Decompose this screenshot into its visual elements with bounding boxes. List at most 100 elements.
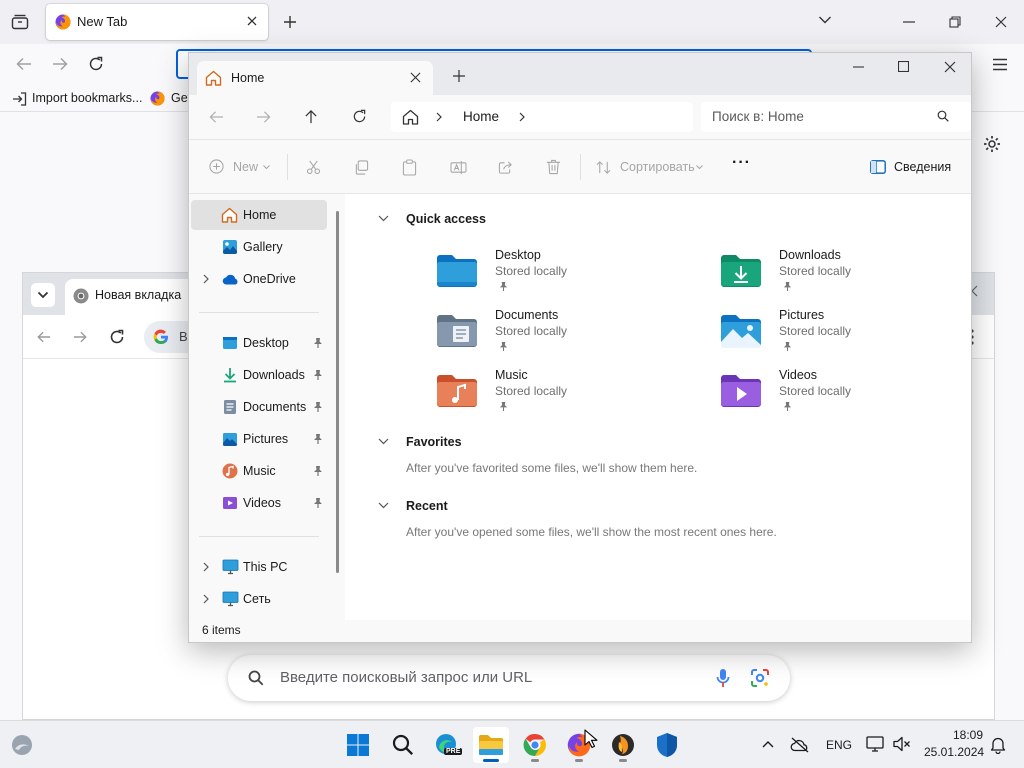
sidebar-item-videos[interactable]: Videos [191, 488, 327, 518]
sidebar-item-documents[interactable]: Documents [191, 392, 327, 422]
close-icon[interactable] [995, 16, 1007, 28]
tab-list-icon[interactable] [11, 14, 29, 30]
taskbar-search-button[interactable] [385, 727, 421, 763]
paste-icon[interactable] [402, 159, 417, 176]
delete-icon[interactable] [546, 159, 561, 175]
chevron-down-icon[interactable] [378, 502, 389, 509]
notification-bell-icon[interactable] [990, 736, 1006, 754]
back-arrow-icon[interactable] [209, 110, 224, 124]
restore-icon[interactable] [949, 16, 961, 28]
pictures-folder-icon [719, 312, 763, 348]
quick-access-item-videos[interactable]: Videos Stored locally [717, 362, 957, 420]
sidebar-item-label: Desktop [243, 336, 289, 350]
rename-icon[interactable] [450, 160, 467, 175]
chevron-right-icon[interactable] [203, 562, 209, 572]
new-button-label[interactable]: New [233, 160, 258, 174]
back-arrow-icon[interactable] [16, 57, 32, 71]
minimize-icon[interactable] [853, 66, 864, 68]
taskbar-fl-studio[interactable] [605, 727, 641, 763]
microphone-icon[interactable] [716, 668, 730, 688]
taskbar-file-explorer[interactable] [473, 727, 509, 763]
taskbar-windows-security[interactable] [649, 727, 685, 763]
sidebar-item-network[interactable]: Сеть [191, 584, 327, 614]
clock-date[interactable]: 25.01.2024 [924, 745, 984, 759]
new-plus-icon[interactable] [209, 159, 224, 174]
explorer-search-input[interactable]: Поиск в: Home [701, 102, 971, 132]
up-arrow-icon[interactable] [304, 109, 318, 124]
input-language[interactable]: ENG [826, 738, 852, 752]
chrome-search-box[interactable]: Введите поисковый запрос или URL [228, 655, 790, 701]
quick-access-item-desktop[interactable]: Desktop Stored locally [433, 242, 673, 300]
sidebar-item-music[interactable]: Music [191, 456, 327, 486]
explorer-tab-home[interactable]: Home [197, 61, 433, 95]
quick-access-item-downloads[interactable]: Downloads Stored locally [717, 242, 957, 300]
sidebar-scrollbar[interactable] [336, 211, 339, 573]
firefox-tab-new-tab[interactable]: New Tab [46, 4, 268, 40]
chevron-up-icon[interactable] [762, 740, 774, 748]
refresh-icon[interactable] [352, 109, 367, 124]
back-arrow-icon[interactable] [37, 330, 51, 344]
sidebar-item-desktop[interactable]: Desktop [191, 328, 327, 358]
share-icon[interactable] [498, 160, 513, 175]
widgets-icon[interactable] [11, 734, 33, 756]
quick-access-item-music[interactable]: Music Stored locally [433, 362, 673, 420]
import-icon [12, 92, 27, 106]
forward-arrow-icon[interactable] [73, 330, 87, 344]
new-tab-plus-icon[interactable] [282, 14, 298, 30]
bookmark-import[interactable]: Import bookmarks... [32, 91, 142, 105]
chevron-right-icon[interactable] [203, 594, 209, 604]
tab-search-button[interactable] [31, 283, 55, 307]
quick-access-item-pictures[interactable]: Pictures Stored locally [717, 302, 957, 360]
taskbar-chrome[interactable] [517, 727, 553, 763]
reload-icon[interactable] [109, 329, 125, 345]
sidebar-item-this-pc[interactable]: This PC [191, 552, 327, 582]
clock-time[interactable]: 18:09 [953, 728, 983, 742]
chevron-down-icon [263, 165, 270, 170]
quick-access-item-documents[interactable]: Documents Stored locally [433, 302, 673, 360]
favorites-heading[interactable]: Favorites [406, 435, 462, 449]
copy-icon[interactable] [354, 160, 369, 175]
chevron-down-icon[interactable] [818, 15, 832, 25]
settings-gear-icon[interactable] [983, 135, 1001, 153]
breadcrumb[interactable]: Home [391, 102, 693, 132]
sidebar-item-home[interactable]: Home [191, 200, 327, 230]
sidebar-item-downloads[interactable]: Downloads [191, 360, 327, 390]
sort-button-label[interactable]: Сортировать [620, 160, 695, 174]
active-indicator [483, 759, 499, 762]
breadcrumb-home[interactable]: Home [463, 109, 499, 124]
forward-arrow-icon[interactable] [256, 110, 271, 124]
chevron-right-icon[interactable] [203, 274, 209, 284]
forward-arrow-icon[interactable] [52, 57, 68, 71]
menu-icon[interactable] [992, 58, 1008, 71]
chevron-right-icon [436, 112, 442, 122]
fl-studio-icon [611, 733, 635, 757]
more-options-button[interactable]: ··· [732, 154, 751, 172]
close-tab-icon[interactable] [246, 15, 258, 27]
chevron-right-icon[interactable] [519, 112, 525, 122]
sidebar-item-onedrive[interactable]: OneDrive [191, 264, 327, 294]
taskbar-edge-preview[interactable]: PRE [429, 727, 465, 763]
new-tab-plus-icon[interactable] [453, 70, 465, 82]
google-lens-icon[interactable] [750, 668, 770, 688]
chevron-down-icon[interactable] [378, 438, 389, 445]
speaker-muted-icon[interactable] [893, 736, 911, 752]
chevron-down-icon[interactable] [378, 215, 389, 222]
close-tab-icon[interactable] [410, 72, 421, 83]
cut-icon[interactable] [306, 160, 321, 175]
quick-access-heading[interactable]: Quick access [406, 212, 486, 226]
sidebar-item-pictures[interactable]: Pictures [191, 424, 327, 454]
explorer-title-bar: Home [189, 53, 971, 95]
details-button-label[interactable]: Сведения [894, 160, 951, 174]
recent-heading[interactable]: Recent [406, 499, 448, 513]
reload-icon[interactable] [88, 56, 104, 72]
maximize-icon[interactable] [898, 61, 909, 72]
display-icon[interactable] [866, 736, 884, 752]
minimize-icon[interactable] [903, 21, 915, 23]
start-button[interactable] [340, 727, 376, 763]
sidebar-item-label: Documents [243, 400, 307, 414]
quick-access-name: Music [495, 368, 528, 382]
sidebar-separator [199, 536, 319, 537]
cloud-sync-off-icon[interactable] [790, 737, 810, 753]
close-icon[interactable] [944, 61, 956, 73]
sidebar-item-gallery[interactable]: Gallery [191, 232, 327, 262]
